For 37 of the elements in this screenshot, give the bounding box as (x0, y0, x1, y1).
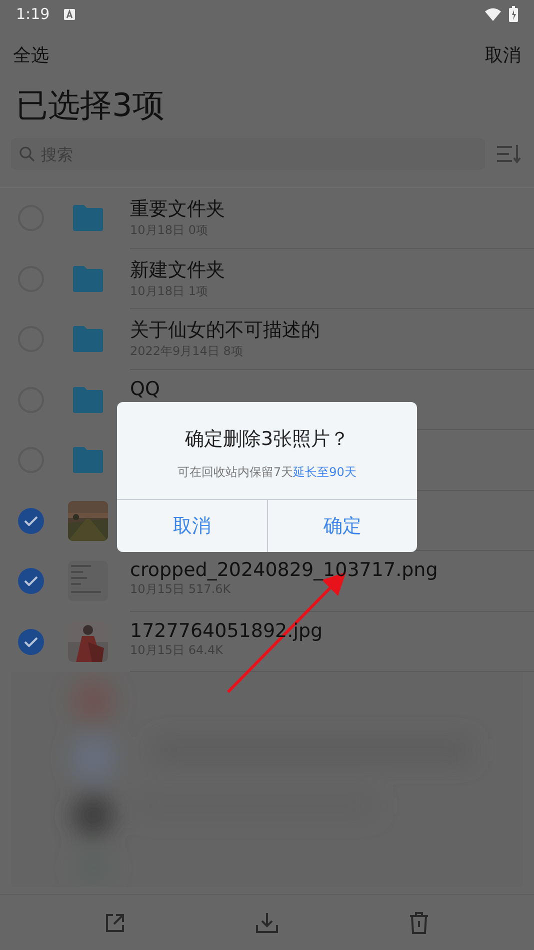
file-name: 新建文件夹 (130, 258, 225, 282)
cancel-button[interactable]: 取消 (485, 43, 521, 67)
wifi-icon (485, 8, 501, 20)
battery-icon (509, 6, 518, 22)
sort-button[interactable] (497, 144, 521, 164)
folder-icon (73, 447, 103, 474)
confirm-button[interactable]: 确定 (266, 500, 417, 552)
folder-icon (73, 386, 103, 413)
folder-icon (73, 205, 103, 232)
file-name: QQ (130, 378, 160, 400)
check-icon (24, 576, 38, 586)
share-button[interactable] (105, 912, 126, 932)
checkbox[interactable] (18, 508, 44, 534)
sort-icon (497, 144, 521, 164)
folder-icon (73, 326, 103, 352)
page-title: 已选择3项 (15, 85, 166, 126)
select-all-button[interactable]: 全选 (13, 43, 49, 67)
status-time: 1:19 (16, 5, 50, 23)
dialog-message: 可在回收站内保留7天延长至90天 (176, 464, 358, 481)
checkbox[interactable] (18, 568, 44, 594)
checkbox[interactable] (18, 628, 44, 655)
extend-link[interactable]: 延长至90天 (293, 465, 356, 479)
share-icon (105, 912, 126, 932)
dialog-title: 确定删除3张照片？ (184, 427, 350, 452)
cancel-button[interactable]: 取消 (117, 500, 266, 552)
check-icon (24, 516, 38, 526)
trash-icon (408, 912, 429, 934)
delete-button[interactable] (408, 912, 429, 934)
download-icon (256, 912, 278, 932)
file-name: cropped_20240829_103717.png (130, 559, 438, 581)
folder-icon (73, 266, 103, 292)
file-name: 重要文件夹 (130, 197, 225, 222)
download-button[interactable] (256, 912, 278, 932)
notification-icon (64, 8, 75, 20)
check-icon (24, 636, 38, 647)
file-name: 关于仙女的不可描述的 (130, 318, 320, 343)
search-icon (19, 146, 35, 162)
